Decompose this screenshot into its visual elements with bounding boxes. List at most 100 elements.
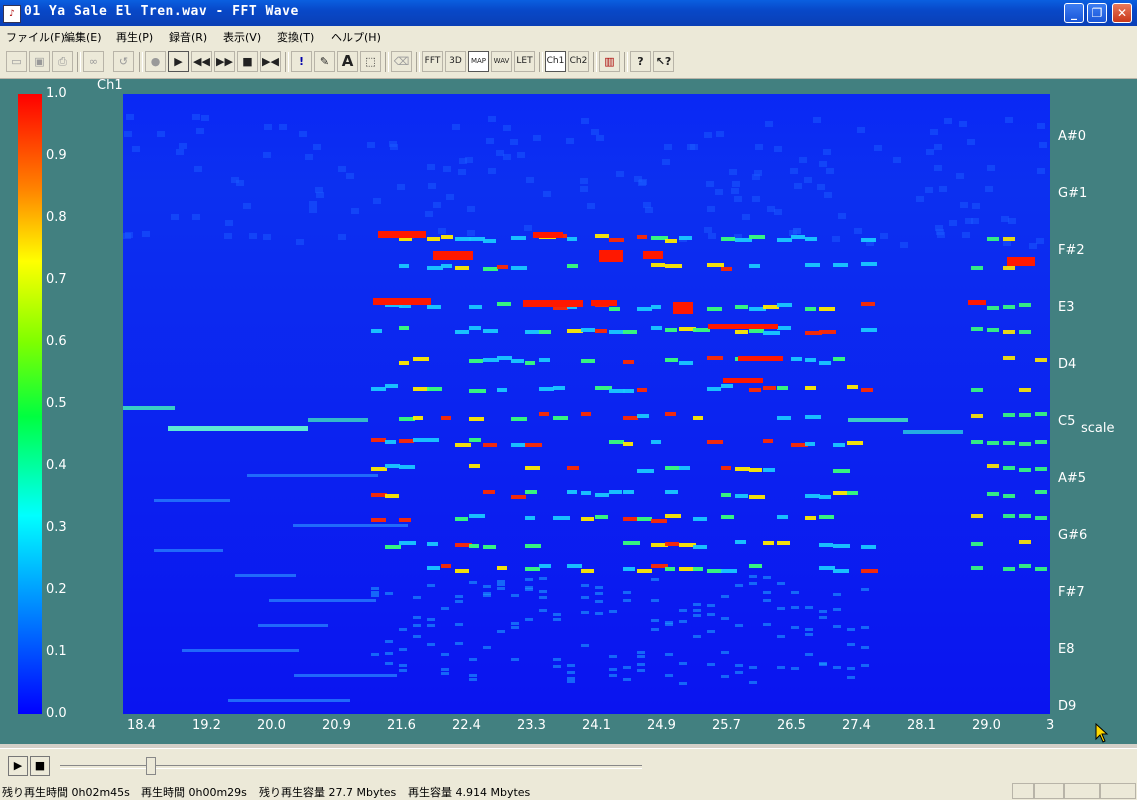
spectrogram-cell xyxy=(1019,330,1031,334)
x-tick: 20.9 xyxy=(322,718,351,733)
wav-view-button[interactable]: WAV xyxy=(491,51,512,72)
spectrogram-cell xyxy=(819,543,833,547)
marker-icon[interactable]: ! xyxy=(291,51,312,72)
fft-view-button[interactable]: FFT xyxy=(422,51,443,72)
spectrogram-cell xyxy=(1019,540,1031,544)
spectrogram-cell xyxy=(525,618,533,621)
rewind-icon[interactable]: ◀◀ xyxy=(191,51,212,72)
spectrogram-cell xyxy=(848,418,908,422)
spectrogram-cell xyxy=(637,388,647,392)
spectrogram-cell xyxy=(441,668,449,671)
menu-record[interactable]: 録音(R) xyxy=(169,29,207,45)
spectrogram-cell xyxy=(511,495,526,499)
window-title: 01 Ya Sale El Tren.wav - FFT Wave xyxy=(24,4,299,19)
close-button[interactable]: ✕ xyxy=(1112,3,1132,23)
spectrogram-cell xyxy=(483,545,496,549)
spectrogram-cell xyxy=(338,166,346,172)
spectrogram-cell xyxy=(553,665,561,668)
piano-icon[interactable]: ▥ xyxy=(599,51,620,72)
spectrogram-cell xyxy=(665,674,673,677)
minimize-button[interactable]: _ xyxy=(1064,3,1084,23)
3d-view-button[interactable]: 3D xyxy=(445,51,466,72)
x-tick: 19.2 xyxy=(192,718,221,733)
stop-icon[interactable]: ■ xyxy=(30,756,50,776)
spectrogram-cell xyxy=(1019,388,1031,392)
eraser-icon[interactable]: ⌫ xyxy=(391,51,412,72)
pencil-icon[interactable]: ✎ xyxy=(314,51,335,72)
menu-convert[interactable]: 変換(T) xyxy=(277,29,314,45)
spectrogram-cell xyxy=(791,591,799,594)
spectrogram-cell xyxy=(455,569,469,573)
spectrogram-cell xyxy=(1019,413,1031,417)
help-icon[interactable]: ? xyxy=(630,51,651,72)
skip-icon[interactable]: ▶◀ xyxy=(260,51,281,72)
context-help-icon[interactable]: ↖? xyxy=(653,51,674,72)
spectrogram-cell xyxy=(385,494,399,498)
stop-icon[interactable]: ■ xyxy=(237,51,258,72)
print-preview-icon[interactable]: ⎙ xyxy=(52,51,73,72)
spectrogram-cell xyxy=(399,264,409,268)
app-icon[interactable]: ♪ xyxy=(3,5,21,23)
spectrogram-cell xyxy=(553,516,570,520)
spectrogram-cell xyxy=(616,171,624,177)
map-view-button[interactable]: MAP xyxy=(468,51,489,72)
spectrogram-cell xyxy=(385,652,393,655)
spectrogram-cell xyxy=(385,640,393,643)
menu-play[interactable]: 再生(P) xyxy=(116,29,153,45)
record-icon[interactable]: ● xyxy=(145,51,166,72)
spectrogram-cell xyxy=(707,604,715,607)
spectrogram-cell xyxy=(385,384,398,388)
toolbar-separator xyxy=(624,52,628,72)
spectrogram-cell xyxy=(987,464,999,468)
spectrogram-cell xyxy=(553,416,568,420)
spectrogram-cell xyxy=(497,580,505,583)
spectrogram-cell xyxy=(707,356,723,360)
spectrogram-cell xyxy=(427,305,441,309)
menu-edit[interactable]: 編集(E) xyxy=(64,29,102,45)
spectrogram-cell xyxy=(553,386,565,390)
spectrogram-cell xyxy=(225,220,233,226)
menu-view[interactable]: 表示(V) xyxy=(223,29,261,45)
text-icon[interactable]: A xyxy=(337,51,358,72)
spectrogram-cell xyxy=(581,517,594,521)
let-view-button[interactable]: LET xyxy=(514,51,535,72)
spectrogram-cell xyxy=(533,232,563,238)
select-area-icon[interactable]: ⬚ xyxy=(360,51,381,72)
maximize-button[interactable]: ❐ xyxy=(1087,3,1107,23)
spectrogram-cell xyxy=(707,387,721,391)
undo-icon[interactable]: ↺ xyxy=(113,51,134,72)
position-slider-thumb[interactable] xyxy=(146,757,156,775)
fast-forward-icon[interactable]: ▶▶ xyxy=(214,51,235,72)
play-icon[interactable]: ▶ xyxy=(168,51,189,72)
spectrogram-cell xyxy=(819,330,836,334)
ch2-button[interactable]: Ch2 xyxy=(568,51,589,72)
spectrogram-cell xyxy=(553,618,561,621)
ch1-button[interactable]: Ch1 xyxy=(545,51,566,72)
spectrogram-cell xyxy=(774,209,782,215)
y-tick: D9 xyxy=(1058,699,1077,714)
loop-icon[interactable]: ∞ xyxy=(83,51,104,72)
menu-file[interactable]: ファイル(F) xyxy=(6,29,65,45)
spectrogram-cell xyxy=(427,566,440,570)
spectrogram-cell xyxy=(721,651,729,654)
menu-help[interactable]: ヘルプ(H) xyxy=(331,29,381,45)
spectrogram-cell xyxy=(413,438,427,442)
spectrogram-cell xyxy=(637,655,645,658)
spectrogram-cell xyxy=(351,208,359,214)
spectrogram-cell xyxy=(567,680,575,683)
spectrogram-cell xyxy=(469,464,480,468)
spectrogram-cell xyxy=(704,132,712,138)
spectrogram-cell xyxy=(805,628,813,631)
spectrogram-cell xyxy=(987,328,999,332)
spectrogram-cell xyxy=(124,131,132,137)
open-icon[interactable]: ▭ xyxy=(6,51,27,72)
save-icon[interactable]: ▣ xyxy=(29,51,50,72)
spectrogram-cell xyxy=(413,616,421,619)
spectrogram-cell xyxy=(962,232,970,238)
spectrogram-cell xyxy=(609,389,625,393)
colorbar xyxy=(18,94,42,714)
spectrogram-cell xyxy=(665,239,677,243)
spectrogram[interactable] xyxy=(123,94,1050,714)
play-icon[interactable]: ▶ xyxy=(8,756,28,776)
spectrogram-cell xyxy=(637,235,647,239)
